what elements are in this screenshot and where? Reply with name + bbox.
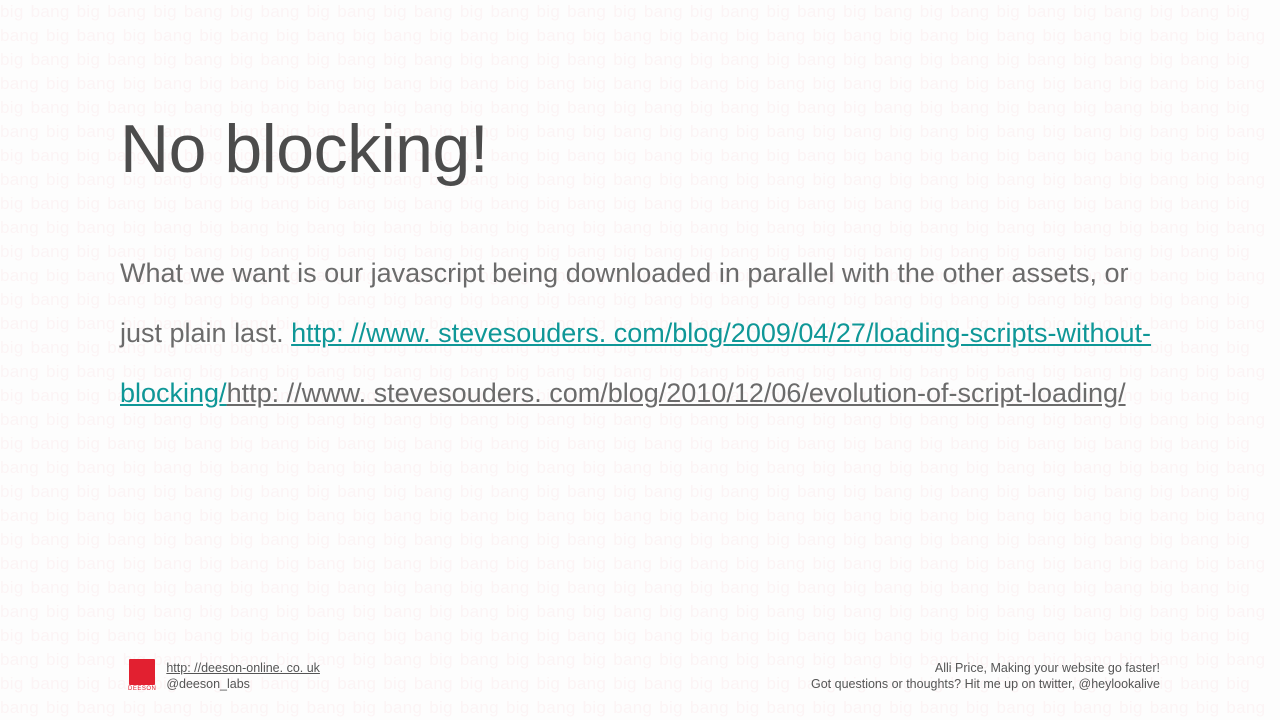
logo-label: DEESON bbox=[128, 686, 156, 692]
footer-left: DEESON http: //deeson-online. co. uk @de… bbox=[128, 659, 320, 692]
footer-left-text: http: //deeson-online. co. uk @deeson_la… bbox=[166, 660, 320, 692]
footer-right: Alli Price, Making your website go faste… bbox=[811, 660, 1160, 692]
slide-title: No blocking! bbox=[120, 110, 1160, 188]
slide-body: What we want is our javascript being dow… bbox=[120, 243, 1160, 423]
deeson-logo: DEESON bbox=[128, 659, 156, 692]
footer-byline-1: Alli Price, Making your website go faste… bbox=[811, 660, 1160, 676]
logo-square-icon bbox=[129, 659, 155, 685]
slide-content: No blocking! What we want is our javascr… bbox=[0, 0, 1280, 423]
link-evolution-script-loading[interactable]: http: //www. stevesouders. com/blog/2010… bbox=[227, 378, 1126, 408]
footer-twitter-handle: @deeson_labs bbox=[166, 677, 250, 691]
footer-byline-2: Got questions or thoughts? Hit me up on … bbox=[811, 676, 1160, 692]
footer-site-link[interactable]: http: //deeson-online. co. uk bbox=[166, 661, 320, 675]
slide-footer: DEESON http: //deeson-online. co. uk @de… bbox=[128, 659, 1160, 692]
